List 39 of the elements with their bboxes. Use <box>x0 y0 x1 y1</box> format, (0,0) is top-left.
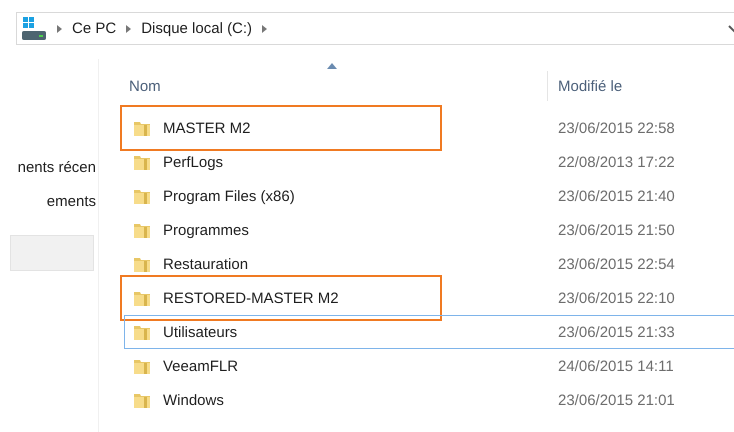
file-row[interactable]: Program Files (x86) 23/06/2015 21:40 <box>99 179 734 213</box>
sidebar-item[interactable]: ements <box>0 184 98 218</box>
file-name: Windows <box>163 392 224 408</box>
drive-icon <box>21 16 47 42</box>
breadcrumb-arrow-icon[interactable] <box>57 24 62 32</box>
breadcrumb-arrow-icon[interactable] <box>126 24 132 32</box>
file-row[interactable]: MASTER M2 23/06/2015 22:58 <box>99 111 734 145</box>
file-row[interactable]: RESTORED-MASTER M2 23/06/2015 22:10 <box>99 281 734 315</box>
sort-up-icon <box>327 63 337 69</box>
file-name: VeeamFLR <box>163 358 238 374</box>
file-row[interactable]: Windows 23/06/2015 21:01 <box>99 383 734 417</box>
file-row[interactable]: Restauration 23/06/2015 22:54 <box>99 247 734 281</box>
file-name: MASTER M2 <box>163 120 251 136</box>
modified-date: 23/06/2015 21:50 <box>557 222 675 238</box>
file-row[interactable]: Utilisateurs 23/06/2015 21:33 <box>124 315 734 349</box>
breadcrumb-item[interactable]: Disque local (C:) <box>141 20 252 37</box>
file-name: Utilisateurs <box>163 324 238 340</box>
column-header[interactable]: Nom <box>99 61 547 101</box>
modified-date: 23/06/2015 21:01 <box>557 392 675 408</box>
modified-date: 23/06/2015 21:40 <box>557 188 675 204</box>
file-name: Restauration <box>163 256 248 272</box>
file-name: PerfLogs <box>163 154 224 170</box>
modified-date: 24/06/2015 14:11 <box>557 358 674 374</box>
breadcrumb-item[interactable]: Ce PC <box>72 20 116 37</box>
sidebar-item[interactable]: nents récen <box>0 150 98 184</box>
file-name: RESTORED-MASTER M2 <box>163 290 339 306</box>
file-row[interactable]: PerfLogs 22/08/2013 17:22 <box>99 145 734 179</box>
modified-date: 23/06/2015 22:58 <box>557 120 675 136</box>
file-name: Program Files (x86) <box>163 188 295 204</box>
modified-date: 23/06/2015 22:10 <box>557 290 675 306</box>
file-row[interactable]: VeeamFLR 24/06/2015 14:11 <box>99 349 734 383</box>
modified-date: 23/06/2015 22:54 <box>557 256 675 272</box>
address-bar[interactable]: Ce PC Disque local (C:) <box>16 12 734 45</box>
modified-date: 23/06/2015 21:33 <box>557 324 675 340</box>
file-row[interactable]: Programmes 23/06/2015 21:50 <box>99 213 734 247</box>
breadcrumb-arrow-icon[interactable] <box>262 24 268 32</box>
modified-date: 22/08/2013 17:22 <box>557 154 675 170</box>
file-name: Programmes <box>163 222 249 238</box>
column-header[interactable]: Modifié le <box>547 71 734 101</box>
